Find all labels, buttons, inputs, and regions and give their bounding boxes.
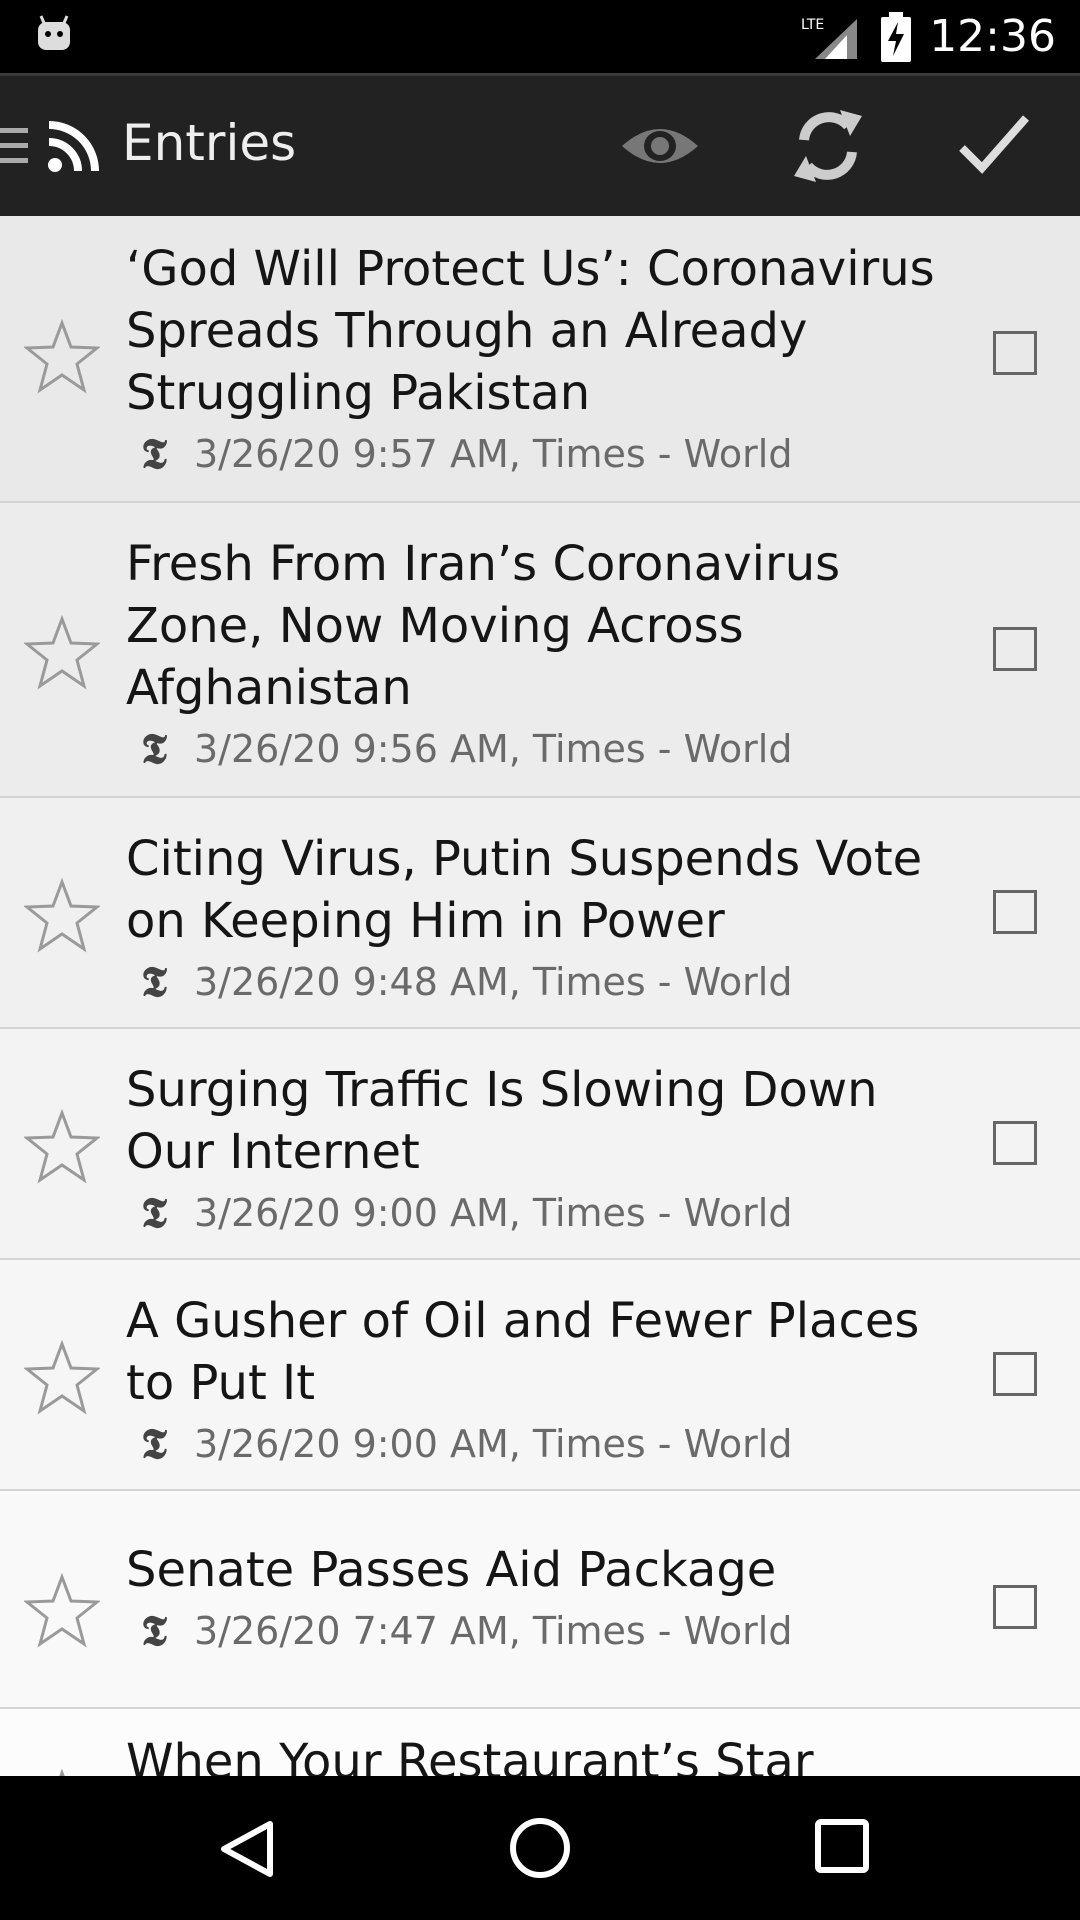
nyt-logo-icon: 𝕿 (141, 1188, 167, 1237)
star-icon[interactable] (24, 878, 100, 954)
eye-icon[interactable] (620, 116, 700, 176)
nyt-logo-icon: 𝕿 (141, 429, 167, 478)
entry-title[interactable]: When Your Restaurant’s Star (126, 1731, 946, 1776)
mark-read-check-icon[interactable] (956, 106, 1032, 182)
entries-list[interactable]: ‘God Will Protect Us’: Coronavirus Sprea… (0, 216, 1080, 1776)
entry-date-source: 3/26/20 9:00 AM, Times - World (194, 1191, 793, 1235)
entry-meta: 𝕿 3/26/20 9:00 AM, Times - World (126, 1189, 946, 1237)
entry-row[interactable]: When Your Restaurant’s Star (0, 1709, 1080, 1776)
back-icon[interactable] (214, 1816, 280, 1882)
entry-date-source: 3/26/20 9:48 AM, Times - World (194, 960, 793, 1004)
entry-row[interactable]: ‘God Will Protect Us’: Coronavirus Sprea… (0, 216, 1080, 503)
drawer-menu-icon[interactable] (0, 124, 30, 168)
nyt-logo-icon: 𝕿 (141, 1419, 167, 1468)
entry-meta: 𝕿 3/26/20 9:56 AM, Times - World (126, 725, 946, 773)
entry-title[interactable]: Citing Virus, Putin Suspends Vote on Kee… (126, 828, 946, 952)
entry-row[interactable]: Surging Traffic Is Slowing Down Our Inte… (0, 1029, 1080, 1260)
nyt-logo-icon: 𝕿 (141, 957, 167, 1006)
refresh-icon[interactable] (790, 106, 866, 186)
action-bar: Entries (0, 73, 1080, 216)
entry-text-block[interactable]: A Gusher of Oil and Fewer Places to Put … (126, 1290, 946, 1468)
star-icon[interactable] (24, 1769, 100, 1776)
battery-charging-icon (881, 11, 912, 62)
entry-row[interactable]: Citing Virus, Putin Suspends Vote on Kee… (0, 798, 1080, 1029)
entry-meta: 𝕿 3/26/20 9:48 AM, Times - World (126, 958, 946, 1006)
entry-meta: 𝕿 3/26/20 9:00 AM, Times - World (126, 1420, 946, 1468)
star-icon[interactable] (24, 615, 100, 691)
entry-meta: 𝕿 3/26/20 9:57 AM, Times - World (126, 430, 946, 478)
lte-signal-icon: LTE (801, 17, 858, 59)
nyt-logo-icon: 𝕿 (141, 1606, 167, 1655)
entry-checkbox[interactable] (993, 1352, 1037, 1396)
entry-title[interactable]: ‘God Will Protect Us’: Coronavirus Sprea… (126, 238, 946, 424)
star-icon[interactable] (24, 1340, 100, 1416)
rss-icon[interactable] (46, 120, 100, 174)
entry-title[interactable]: A Gusher of Oil and Fewer Places to Put … (126, 1290, 946, 1414)
entry-text-block[interactable]: Fresh From Iran’s Coronavirus Zone, Now … (126, 533, 946, 773)
entry-title[interactable]: Senate Passes Aid Package (126, 1539, 946, 1601)
entry-row[interactable]: A Gusher of Oil and Fewer Places to Put … (0, 1260, 1080, 1491)
entry-date-source: 3/26/20 7:47 AM, Times - World (194, 1609, 793, 1653)
star-icon[interactable] (24, 1573, 100, 1649)
entry-date-source: 3/26/20 9:56 AM, Times - World (194, 727, 793, 771)
status-time: 12:36 (929, 11, 1056, 62)
entry-title[interactable]: Fresh From Iran’s Coronavirus Zone, Now … (126, 533, 946, 719)
entry-text-block[interactable]: Citing Virus, Putin Suspends Vote on Kee… (126, 828, 946, 1006)
entry-checkbox[interactable] (993, 890, 1037, 934)
star-icon[interactable] (24, 319, 100, 395)
nyt-logo-icon: 𝕿 (141, 724, 167, 773)
entry-row[interactable]: Senate Passes Aid Package 𝕿 3/26/20 7:47 A… (0, 1491, 1080, 1709)
entry-text-block[interactable]: Surging Traffic Is Slowing Down Our Inte… (126, 1059, 946, 1237)
recents-icon[interactable] (814, 1818, 870, 1874)
entry-text-block[interactable]: ‘God Will Protect Us’: Coronavirus Sprea… (126, 238, 946, 478)
entry-checkbox[interactable] (993, 331, 1037, 375)
entry-checkbox[interactable] (993, 1121, 1037, 1165)
navigation-bar (0, 1776, 1080, 1920)
entry-row[interactable]: Fresh From Iran’s Coronavirus Zone, Now … (0, 503, 1080, 798)
entry-checkbox[interactable] (993, 1585, 1037, 1629)
entry-meta: 𝕿 3/26/20 7:47 AM, Times - World (126, 1607, 946, 1655)
entry-text-block[interactable]: When Your Restaurant’s Star (126, 1731, 946, 1776)
network-type-label: LTE (801, 17, 824, 33)
entry-date-source: 3/26/20 9:00 AM, Times - World (194, 1422, 793, 1466)
entry-text-block[interactable]: Senate Passes Aid Package 𝕿 3/26/20 7:47 A… (126, 1539, 946, 1655)
status-bar: LTE 12:36 (0, 0, 1080, 73)
home-icon[interactable] (506, 1814, 574, 1882)
action-bar-title: Entries (122, 114, 297, 172)
entry-date-source: 3/26/20 9:57 AM, Times - World (194, 432, 793, 476)
entry-title[interactable]: Surging Traffic Is Slowing Down Our Inte… (126, 1059, 946, 1183)
entry-checkbox[interactable] (993, 627, 1037, 671)
star-icon[interactable] (24, 1109, 100, 1185)
android-debug-icon (38, 15, 70, 50)
